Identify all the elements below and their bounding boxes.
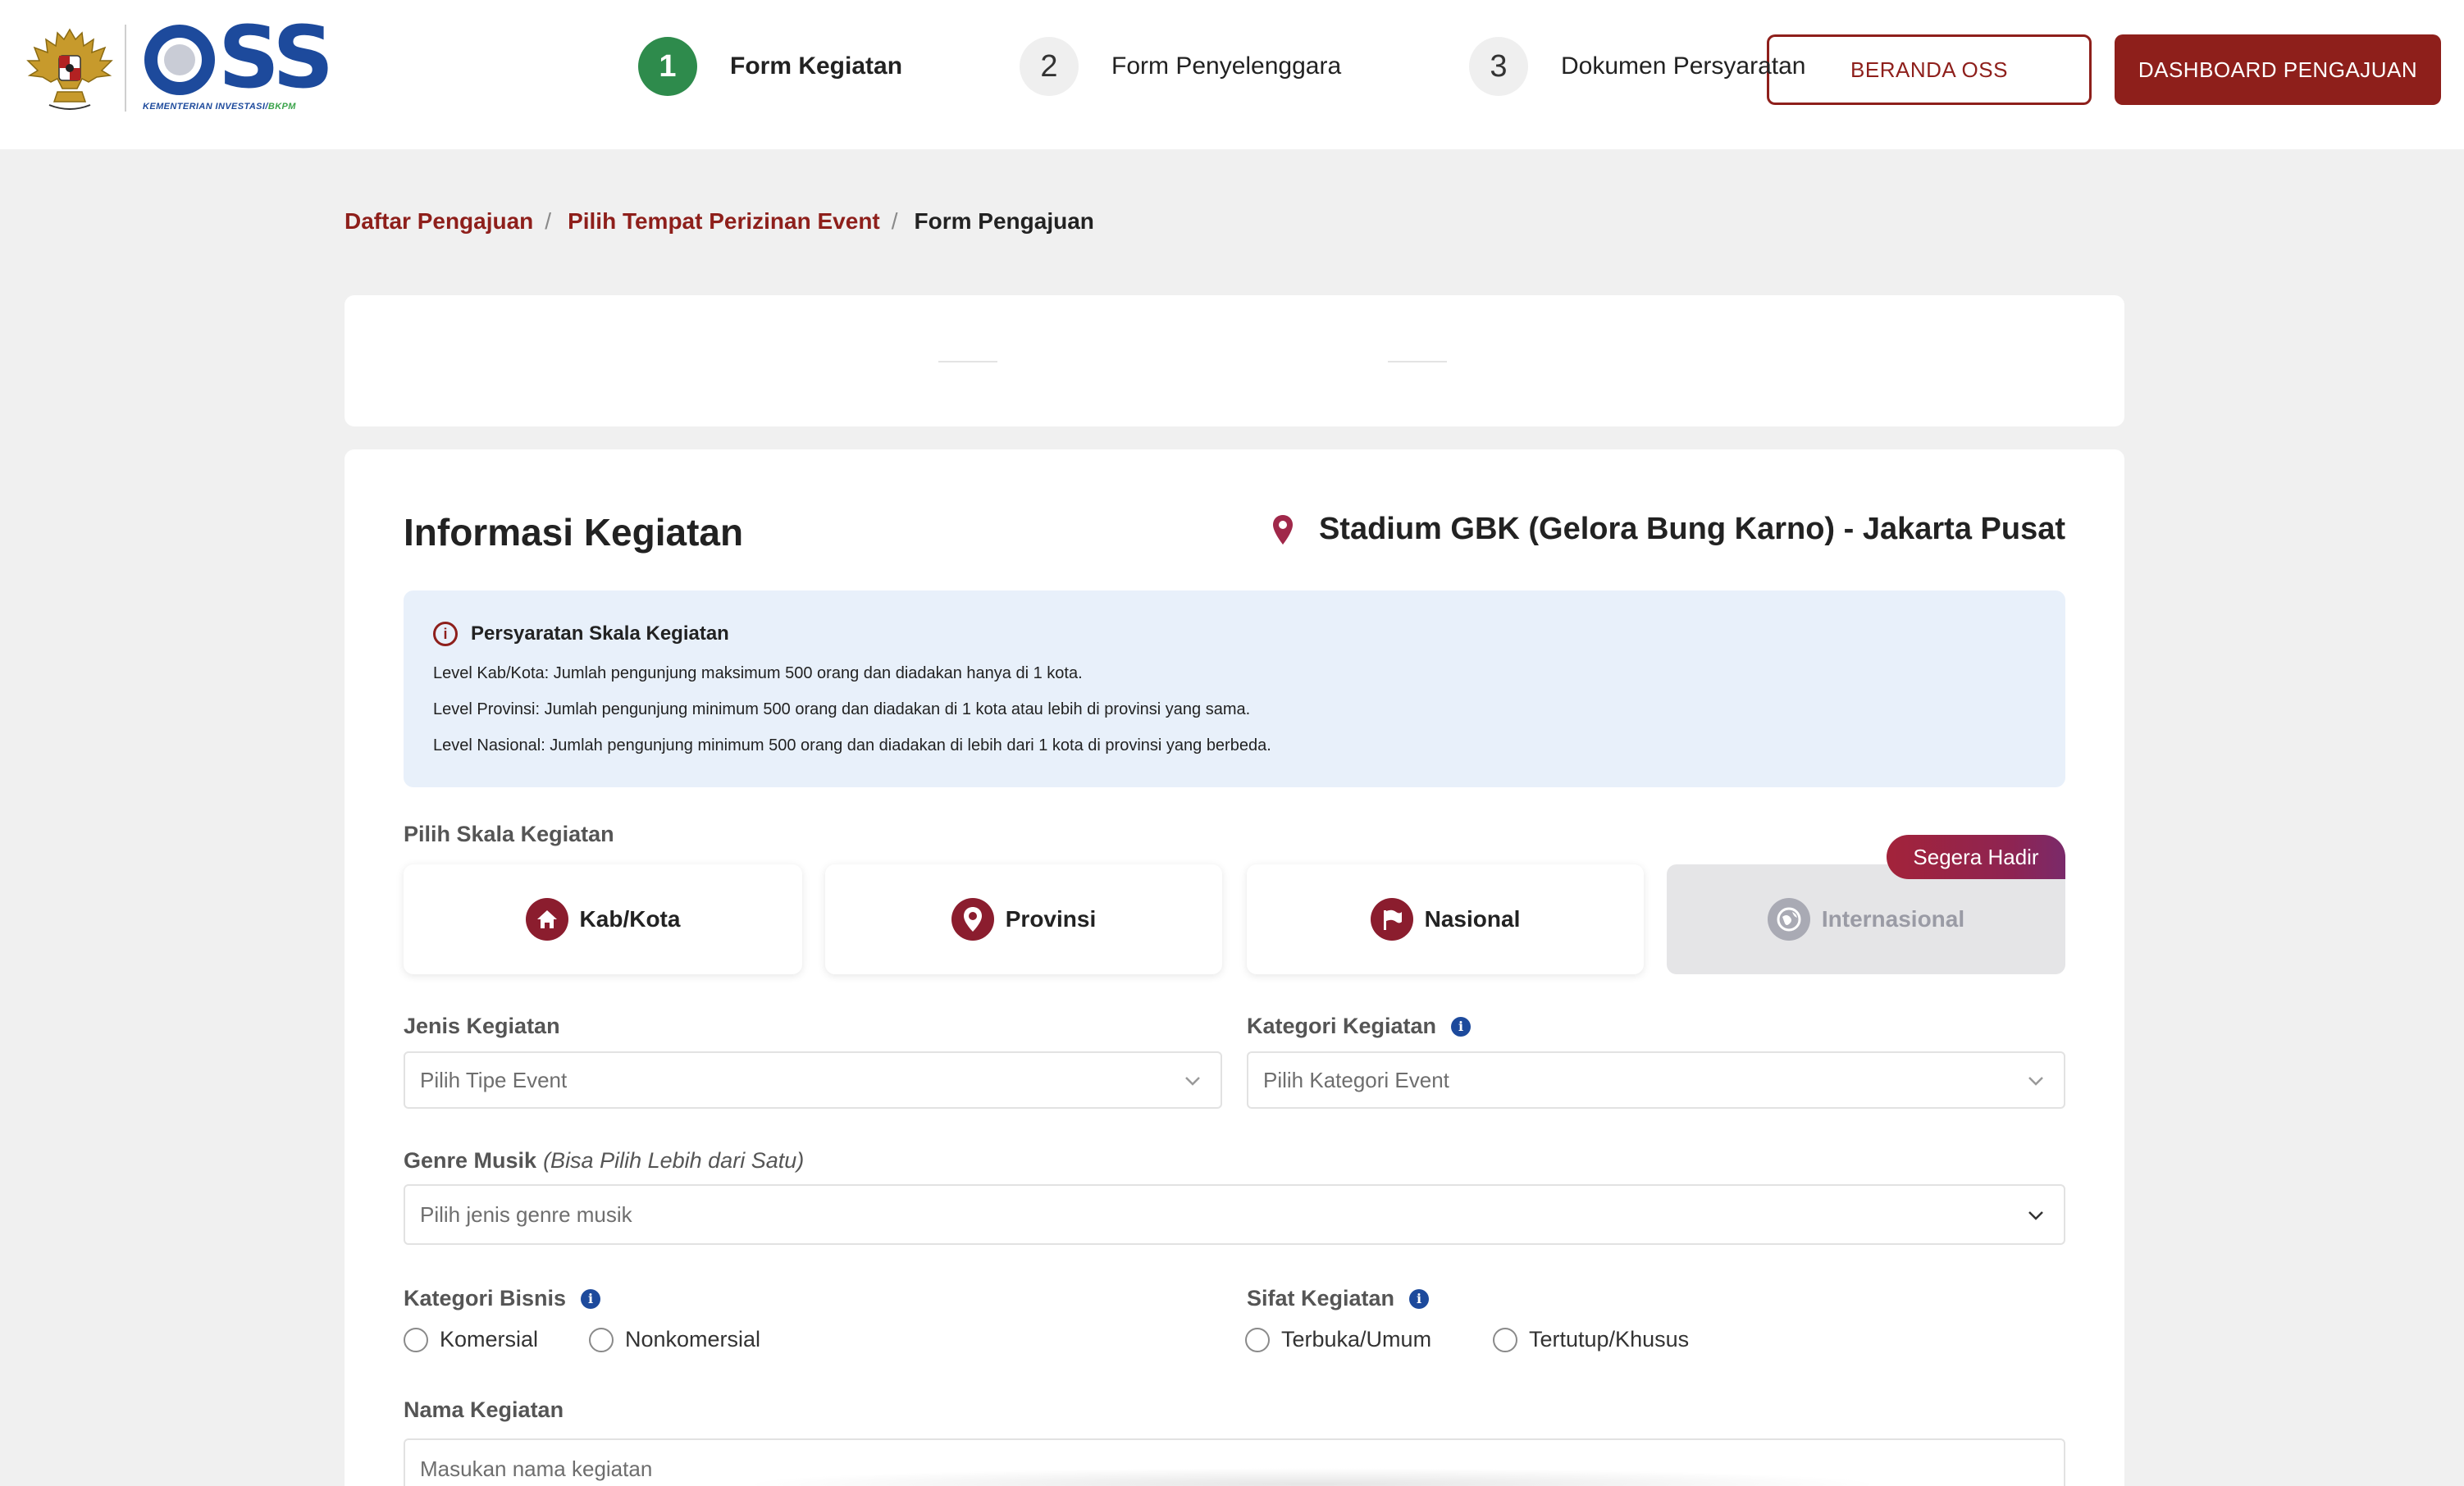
kategori-bisnis-label-text: Kategori Bisnis	[404, 1286, 567, 1311]
sifat-kegiatan-label-text: Sifat Kegiatan	[1247, 1286, 1395, 1311]
scale-label: Pilih Skala Kegiatan	[404, 822, 614, 846]
step-number: 3	[1469, 37, 1528, 96]
logo-divider	[125, 25, 126, 112]
chevron-down-icon	[2028, 1077, 2043, 1086]
beranda-oss-button[interactable]: BERANDA OSS	[1767, 34, 2092, 105]
info-title-row: i Persyaratan Skala Kegiatan	[433, 622, 729, 646]
garuda-emblem-logo	[26, 28, 113, 110]
genre-musik-label-text: Genre Musik	[404, 1148, 537, 1173]
step-connector	[1388, 361, 1447, 362]
scale-option-provinsi[interactable]: Provinsi	[825, 864, 1222, 974]
oss-logo-text: SS	[218, 7, 334, 107]
step-number: 1	[638, 37, 697, 96]
scroll-shadow	[738, 1468, 1887, 1486]
globe-icon	[1767, 898, 1810, 941]
select-placeholder: Pilih Tipe Event	[420, 1067, 568, 1092]
location-pin-icon	[1272, 514, 1293, 545]
info-tooltip-icon[interactable]: i	[581, 1288, 601, 1309]
radio-label: Komersial	[440, 1327, 539, 1352]
breadcrumb-current: Form Pengajuan	[914, 208, 1094, 234]
venue-name: Stadium GBK (Gelora Bung Karno) - Jakart…	[1318, 512, 2065, 546]
scale-option-label: Nasional	[1424, 906, 1521, 932]
info-tooltip-icon[interactable]: i	[1451, 1016, 1472, 1037]
scale-option-label: Provinsi	[1005, 906, 1097, 932]
radio-komersial[interactable]: Komersial	[404, 1327, 538, 1352]
radio-button[interactable]	[1245, 1327, 1270, 1352]
step-connector	[938, 361, 997, 362]
nama-kegiatan-label: Nama Kegiatan	[404, 1397, 564, 1422]
step-label: Form Penyelenggara	[1111, 52, 1342, 80]
stepper-card	[345, 295, 2124, 426]
jenis-kegiatan-select[interactable]: Pilih Tipe Event	[404, 1051, 1222, 1109]
step-dokumen-persyaratan: 3 Dokumen Persyaratan	[1469, 37, 1805, 96]
radio-label: Nonkomersial	[625, 1327, 761, 1352]
map-pin-icon	[951, 898, 994, 941]
select-placeholder: Pilih jenis genre musik	[420, 1201, 632, 1227]
breadcrumb: Daftar Pengajuan / Pilih Tempat Perizina…	[345, 208, 1094, 235]
info-box: i Persyaratan Skala Kegiatan Level Kab/K…	[404, 590, 2065, 787]
oss-logo-globe	[164, 44, 195, 75]
home-icon	[525, 898, 568, 941]
input-placeholder: Masukan nama kegiatan	[420, 1456, 653, 1481]
section-title: Informasi Kegiatan	[404, 511, 744, 554]
radio-button[interactable]	[404, 1327, 428, 1352]
venue-location: Stadium GBK (Gelora Bung Karno) - Jakart…	[1271, 512, 2065, 547]
chevron-down-icon	[2028, 1211, 2043, 1220]
jenis-kegiatan-label: Jenis Kegiatan	[404, 1014, 560, 1038]
oss-logo-subtitle: KEMENTERIAN INVESTASI/BKPM	[143, 102, 296, 112]
step-label: Form Kegiatan	[730, 52, 903, 80]
kategori-kegiatan-select[interactable]: Pilih Kategori Event	[1247, 1051, 2065, 1109]
kategori-kegiatan-label: Kategori Kegiatan i	[1247, 1014, 1472, 1039]
dashboard-pengajuan-button[interactable]: DASHBOARD PENGAJUAN	[2115, 34, 2441, 105]
coming-soon-badge: Segera Hadir	[1887, 835, 2065, 879]
scale-option-label: Kab/Kota	[579, 906, 681, 932]
step-form-kegiatan: 1 Form Kegiatan	[638, 37, 902, 96]
step-label: Dokumen Persyaratan	[1561, 52, 1806, 80]
scale-option-label: Internasional	[1821, 906, 1965, 932]
radio-terbuka-umum[interactable]: Terbuka/Umum	[1245, 1327, 1431, 1352]
breadcrumb-separator: /	[891, 208, 898, 234]
info-line-provinsi: Level Provinsi: Jumlah pengunjung minimu…	[433, 700, 1251, 718]
scale-option-internasional: Internasional	[1667, 864, 2065, 974]
flag-icon	[1370, 898, 1413, 941]
sifat-kegiatan-label: Sifat Kegiatan i	[1247, 1286, 1430, 1311]
info-circle-icon: i	[433, 622, 458, 646]
breadcrumb-pilih-tempat[interactable]: Pilih Tempat Perizinan Event	[568, 208, 880, 235]
genre-musik-select[interactable]: Pilih jenis genre musik	[404, 1184, 2065, 1245]
chevron-down-icon	[1185, 1077, 1200, 1086]
scale-option-kabkota[interactable]: Kab/Kota	[404, 864, 802, 974]
select-placeholder: Pilih Kategori Event	[1263, 1067, 1449, 1092]
info-line-kabkota: Level Kab/Kota: Jumlah pengunjung maksim…	[433, 664, 1083, 682]
radio-button[interactable]	[1493, 1327, 1517, 1352]
info-title: Persyaratan Skala Kegiatan	[471, 622, 729, 645]
breadcrumb-daftar-pengajuan[interactable]: Daftar Pengajuan	[345, 208, 533, 235]
genre-musik-hint: (Bisa Pilih Lebih dari Satu)	[543, 1148, 805, 1173]
kategori-bisnis-label: Kategori Bisnis i	[404, 1286, 601, 1311]
genre-musik-label: Genre Musik (Bisa Pilih Lebih dari Satu)	[404, 1148, 804, 1174]
radio-button[interactable]	[589, 1327, 614, 1352]
radio-tertutup-khusus[interactable]: Tertutup/Khusus	[1493, 1327, 1689, 1352]
radio-label: Tertutup/Khusus	[1529, 1327, 1690, 1352]
scale-option-nasional[interactable]: Nasional	[1247, 864, 1644, 974]
info-tooltip-icon[interactable]: i	[1409, 1288, 1430, 1309]
step-number: 2	[1020, 37, 1079, 96]
radio-nonkomersial[interactable]: Nonkomersial	[589, 1327, 760, 1352]
info-line-nasional: Level Nasional: Jumlah pengunjung minimu…	[433, 736, 1271, 754]
radio-label: Terbuka/Umum	[1281, 1327, 1432, 1352]
kategori-kegiatan-label-text: Kategori Kegiatan	[1247, 1014, 1437, 1038]
step-form-penyelenggara: 2 Form Penyelenggara	[1020, 37, 1341, 96]
breadcrumb-separator: /	[545, 208, 552, 234]
